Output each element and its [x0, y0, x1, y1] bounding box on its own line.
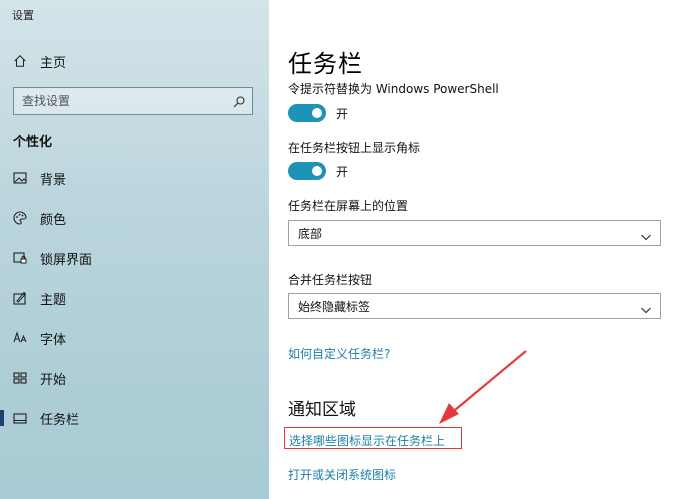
- sidebar-item-colors[interactable]: 颜色: [0, 203, 269, 233]
- chevron-down-icon: [640, 228, 652, 241]
- sidebar-item-taskbar[interactable]: 任务栏: [0, 403, 269, 433]
- customize-taskbar-link[interactable]: 如何自定义任务栏?: [288, 345, 390, 362]
- sidebar-item-label: 锁屏界面: [40, 252, 93, 268]
- search-box[interactable]: [13, 87, 253, 115]
- palette-icon: [12, 210, 28, 226]
- powershell-setting-label: 令提示符替换为 Windows PowerShell: [288, 82, 499, 96]
- lock-screen-icon: [12, 250, 28, 266]
- theme-icon: [12, 290, 28, 306]
- toggle-state: 开: [336, 164, 349, 179]
- sidebar-item-background[interactable]: 背景: [0, 163, 269, 193]
- select-icons-link[interactable]: 选择哪些图标显示在任务栏上: [289, 432, 445, 449]
- position-label: 任务栏在屏幕上的位置: [288, 199, 409, 213]
- search-input[interactable]: [22, 89, 222, 113]
- position-dropdown[interactable]: 底部: [288, 220, 661, 246]
- sidebar-item-label: 字体: [40, 332, 67, 348]
- home-icon: [12, 53, 28, 69]
- sidebar-item-home[interactable]: 主页: [0, 46, 269, 76]
- notification-area-heading: 通知区域: [288, 400, 356, 420]
- badge-toggle[interactable]: [288, 162, 326, 180]
- sidebar-item-label: 主页: [40, 55, 67, 71]
- sidebar-item-fonts[interactable]: 字体: [0, 323, 269, 353]
- window-title: 设置: [12, 9, 34, 22]
- system-icons-link[interactable]: 打开或关闭系统图标: [288, 466, 396, 483]
- powershell-toggle-row: 开: [288, 104, 348, 122]
- section-title: 个性化: [13, 135, 53, 150]
- sidebar-item-label: 背景: [40, 172, 67, 188]
- taskbar-icon: [12, 410, 28, 426]
- badge-setting-label: 在任务栏按钮上显示角标: [288, 141, 421, 155]
- sidebar-item-lock-screen[interactable]: 锁屏界面: [0, 243, 269, 273]
- sidebar-item-label: 颜色: [40, 212, 67, 228]
- search-icon[interactable]: [232, 94, 246, 108]
- page-title: 任务栏: [288, 50, 363, 78]
- main-content: 任务栏 令提示符替换为 Windows PowerShell 开 在任务栏按钮上…: [269, 0, 690, 499]
- active-indicator: [0, 410, 4, 426]
- dropdown-value: 底部: [298, 226, 323, 241]
- sidebar-item-start[interactable]: 开始: [0, 363, 269, 393]
- sidebar-item-label: 主题: [40, 292, 67, 308]
- combine-label: 合并任务栏按钮: [288, 273, 373, 287]
- badge-toggle-row: 开: [288, 162, 348, 180]
- toggle-knob: [312, 166, 322, 176]
- start-icon: [12, 370, 28, 386]
- chevron-down-icon: [640, 301, 652, 314]
- toggle-state: 开: [336, 106, 349, 121]
- toggle-knob: [312, 108, 322, 118]
- combine-dropdown[interactable]: 始终隐藏标签: [288, 293, 661, 319]
- sidebar-item-label: 任务栏: [40, 412, 80, 428]
- dropdown-value: 始终隐藏标签: [298, 299, 371, 314]
- font-icon: [12, 330, 28, 346]
- sidebar-item-label: 开始: [40, 372, 67, 388]
- powershell-toggle[interactable]: [288, 104, 326, 122]
- sidebar-item-themes[interactable]: 主题: [0, 283, 269, 313]
- image-icon: [12, 170, 28, 186]
- sidebar: 设置 主页 个性化 背景 颜色 锁屏界面 主题: [0, 0, 269, 499]
